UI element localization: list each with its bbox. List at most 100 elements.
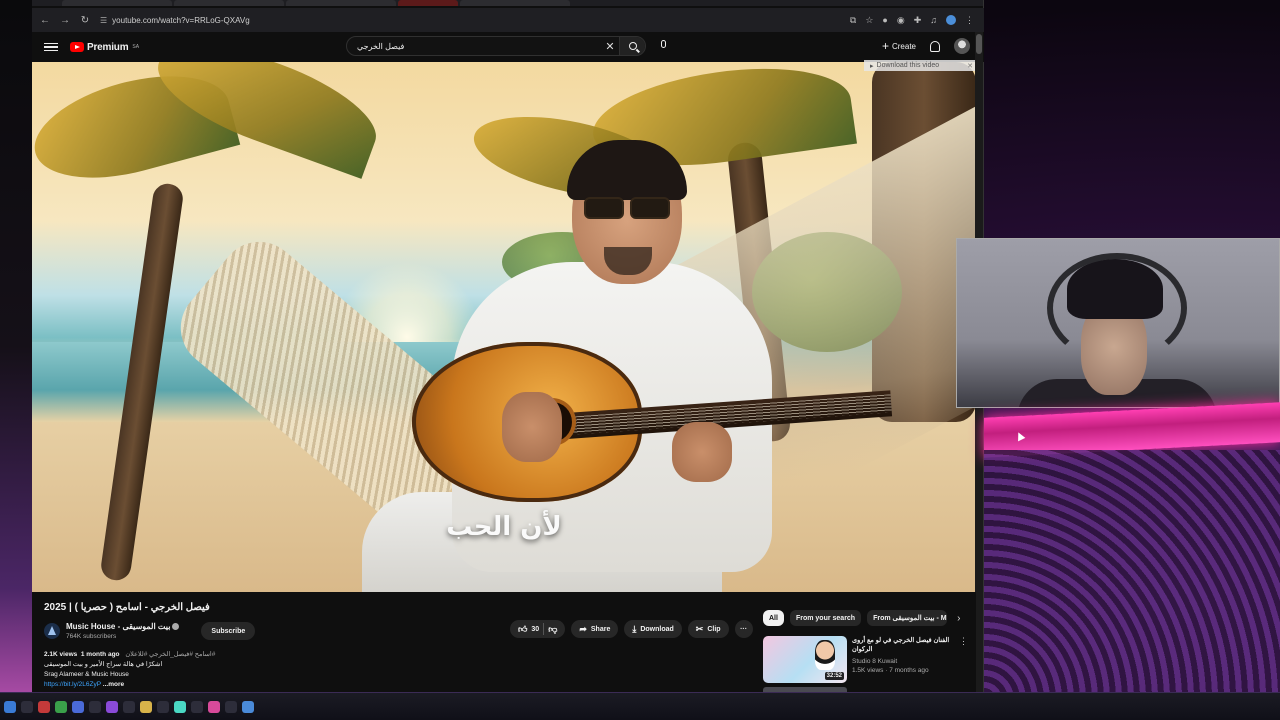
taskbar-app-icon[interactable] [123,700,135,713]
forward-icon[interactable]: → [58,15,72,26]
thumbs-down-icon[interactable]: 👎︎ [548,624,557,634]
back-icon[interactable]: ← [38,15,52,26]
chevron-right-icon[interactable]: › [957,613,960,624]
browser-tab[interactable] [286,0,396,6]
start-icon[interactable] [4,700,16,713]
media-icon[interactable]: ♫ [930,15,937,26]
chip-from-your-search[interactable]: From your search [789,610,862,626]
browser-tab-active[interactable] [398,0,458,6]
video-subtitle: لأن الحب [446,512,562,542]
puzzle-icon[interactable]: ✚ [914,15,922,26]
site-info-icon[interactable]: ☰ [100,16,107,25]
description-line: اشكرًا في هالة سراج الأمير و بيت الموسيق… [44,661,163,668]
video-thumbnail[interactable]: 32:52 [763,636,847,683]
webcam-overlay [956,238,1280,408]
download-label: Download [640,625,674,633]
chrome-menu-icon[interactable]: ⋮ [965,15,974,26]
like-dislike-group: 👍︎ 30 👎︎ [510,620,566,638]
recommended-video[interactable]: 32:52 الفنان فيصل الخرجي في لو مع أروى ا… [763,636,968,683]
like-count[interactable]: 30 [531,626,539,633]
scissors-icon: ✂ [695,623,704,634]
video-description[interactable]: 2.1K views 1 month ago #اسامح #فيصل_الخر… [44,650,284,692]
clip-label: Clip [707,625,721,633]
taskbar-app-icon[interactable] [191,700,203,713]
thumbnail-person [815,640,835,670]
search-box[interactable]: فيصل الخرجي ✕ [346,36,646,56]
description-link[interactable]: https://bit.ly/2L6ZyP [44,681,101,688]
video-duration: 32:52 [824,672,844,680]
video-player[interactable]: لأن الحب [32,62,976,592]
recommended-video-info: الفنان فيصل الخرجي في لو مع أروى الركوان… [852,636,954,683]
browser-tab[interactable] [174,0,284,6]
notifications-bell-icon[interactable] [930,40,940,52]
clear-search-icon[interactable]: ✕ [601,40,619,53]
search-icon [628,42,637,50]
taskbar-app-icon[interactable] [157,700,169,713]
avatar[interactable] [954,38,970,54]
taskbar-app-icon[interactable] [72,700,84,713]
create-button[interactable]: + Create [882,40,916,52]
bookmark-star-icon[interactable]: ☆ [865,15,873,26]
share-button[interactable]: ➦ Share [571,620,619,638]
channel-text: Music House - بيت الموسيقى 764K subscrib… [66,622,180,640]
chip-all[interactable]: All [763,610,784,626]
address-bar-url[interactable]: youtube.com/watch?v=RRLoG-QXAVg [112,16,249,25]
video-details: فيصل الخرجي - اسامح ( حصريا ) | 2025 Mus… [32,592,976,692]
channel-row: Music House - بيت الموسيقى 764K subscrib… [44,622,256,640]
download-icon: ⤓ [632,623,637,634]
browser-tab[interactable] [460,0,570,6]
download-button[interactable]: ⤓ Download [624,620,682,638]
chip-from-channel[interactable]: From بيت الموسيقى - Music [867,610,948,626]
recommended-video-channel[interactable]: Studio 8 Kuwait [852,657,954,666]
browser-tab-strip[interactable] [32,0,983,6]
create-label: Create [891,41,916,51]
download-video-label[interactable]: Download this video [877,62,940,69]
address-bar[interactable]: ☰ youtube.com/watch?v=RRLoG-QXAVg [100,16,250,25]
show-more-link[interactable]: ...more [103,681,124,688]
taskbar-app-icon[interactable] [106,700,118,713]
youtube-logo[interactable]: Premium SA [70,42,139,53]
recommended-video-title[interactable]: الفنان فيصل الخرجي في لو مع أروى الركوان [852,636,954,654]
youtube-masthead: Premium SA فيصل الخرجي ✕ + Create [32,32,984,62]
reload-icon[interactable]: ↻ [78,15,92,26]
taskbar-app-icon[interactable] [140,700,152,713]
subscribe-button[interactable]: Subscribe [201,622,256,640]
install-app-icon[interactable]: ⧉ [850,15,856,26]
more-actions-button[interactable]: ··· [734,620,753,638]
profile-icon[interactable] [946,14,956,25]
menu-icon[interactable] [44,42,58,52]
description-line: Srag Alameer & Music House [44,671,129,678]
taskbar-app-icon[interactable] [21,700,33,713]
channel-avatar[interactable] [44,623,60,639]
browser-toolbar: ← → ↻ ☰ youtube.com/watch?v=RRLoG-QXAVg … [32,8,984,32]
voice-search-icon[interactable] [658,40,668,54]
subscriber-count: 764K subscribers [66,633,117,640]
thumbs-up-icon[interactable]: 👍︎ [518,624,527,634]
browser-tab[interactable] [62,0,172,6]
hashtags[interactable]: #اسامح #فيصل_الخرجي #للاعلان [125,651,215,658]
extension-icon[interactable]: ● [882,15,887,26]
youtube-play-icon [70,42,84,52]
video-frame-hand [672,422,732,482]
taskbar-app-icon[interactable] [242,700,254,713]
taskbar-app-icon[interactable] [38,700,50,713]
channel-name[interactable]: Music House - بيت الموسيقى [66,622,180,631]
stream-overlay-background [984,450,1280,700]
country-code: SA [132,44,140,50]
youtube-logo-text: Premium [87,41,129,53]
search-button[interactable] [619,37,645,55]
taskbar-app-icon[interactable] [208,700,220,713]
download-video-bar[interactable]: ▸ Download this video ✕ [864,60,976,71]
download-arrow-icon: ▸ [870,62,874,70]
desktop-background-left [0,0,32,692]
masthead-actions: + Create [882,38,970,54]
taskbar-app-icon[interactable] [174,700,186,713]
taskbar-app-icon[interactable] [55,700,67,713]
clip-button[interactable]: ✂ Clip [687,620,729,638]
taskbar-app-icon[interactable] [89,700,101,713]
taskbar [0,692,1280,720]
search-input[interactable]: فيصل الخرجي [347,42,601,51]
extension-icon[interactable]: ◉ [897,15,905,26]
kebab-menu-icon[interactable]: ⋮ [959,636,968,683]
taskbar-app-icon[interactable] [225,700,237,713]
